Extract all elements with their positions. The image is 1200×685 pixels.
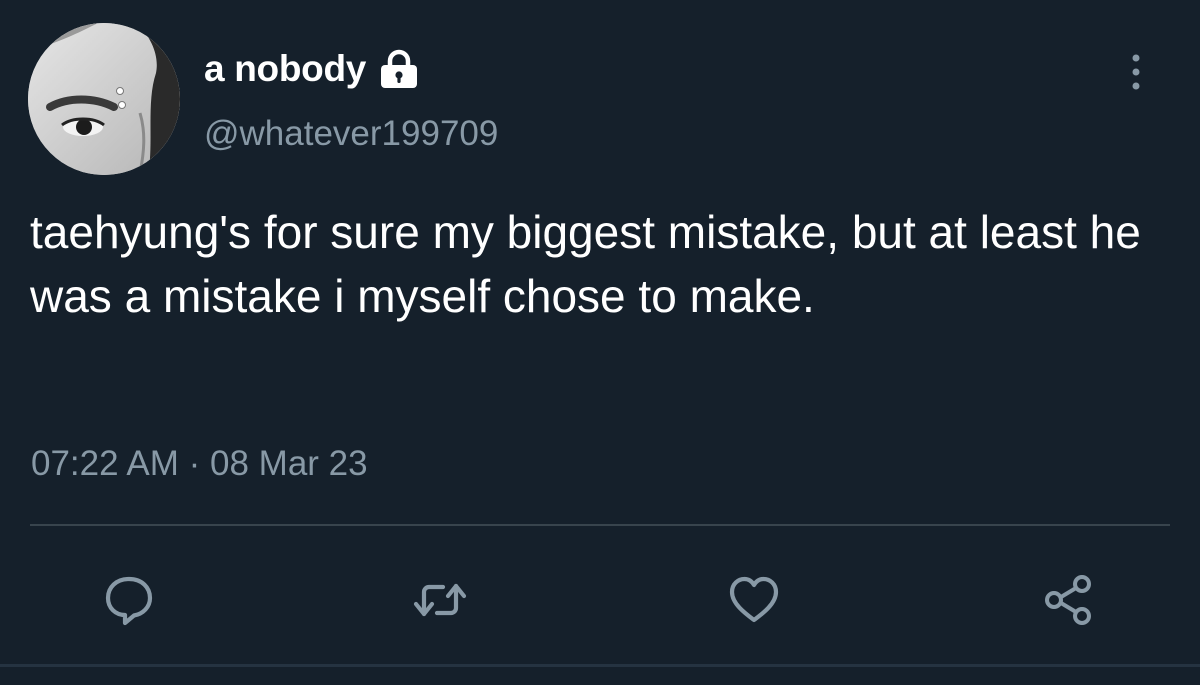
heart-icon	[729, 576, 779, 623]
tweet-meta: 07:22 AM · 08 Mar 23	[31, 444, 368, 484]
meta-separator: ·	[188, 444, 201, 483]
retweet-button[interactable]	[410, 570, 470, 630]
display-name-row: a nobody	[204, 44, 420, 94]
more-vertical-icon	[1132, 54, 1140, 90]
bottom-divider	[0, 664, 1200, 667]
share-icon	[1045, 575, 1091, 625]
tweet-date[interactable]: 08 Mar 23	[210, 444, 368, 483]
more-options-button[interactable]	[1118, 50, 1154, 94]
like-button[interactable]	[724, 570, 784, 630]
reply-icon	[105, 576, 153, 626]
reply-button[interactable]	[99, 570, 159, 630]
display-name[interactable]: a nobody	[204, 48, 366, 90]
divider	[30, 524, 1170, 526]
avatar-photo	[28, 23, 180, 175]
share-button[interactable]	[1038, 570, 1098, 630]
avatar[interactable]	[28, 23, 180, 175]
tweet-time[interactable]: 07:22 AM	[31, 444, 179, 483]
retweet-icon	[413, 583, 467, 617]
lock-icon	[378, 49, 420, 89]
user-handle[interactable]: @whatever199709	[204, 114, 498, 154]
tweet-text: taehyung's for sure my biggest mistake, …	[30, 206, 1141, 322]
